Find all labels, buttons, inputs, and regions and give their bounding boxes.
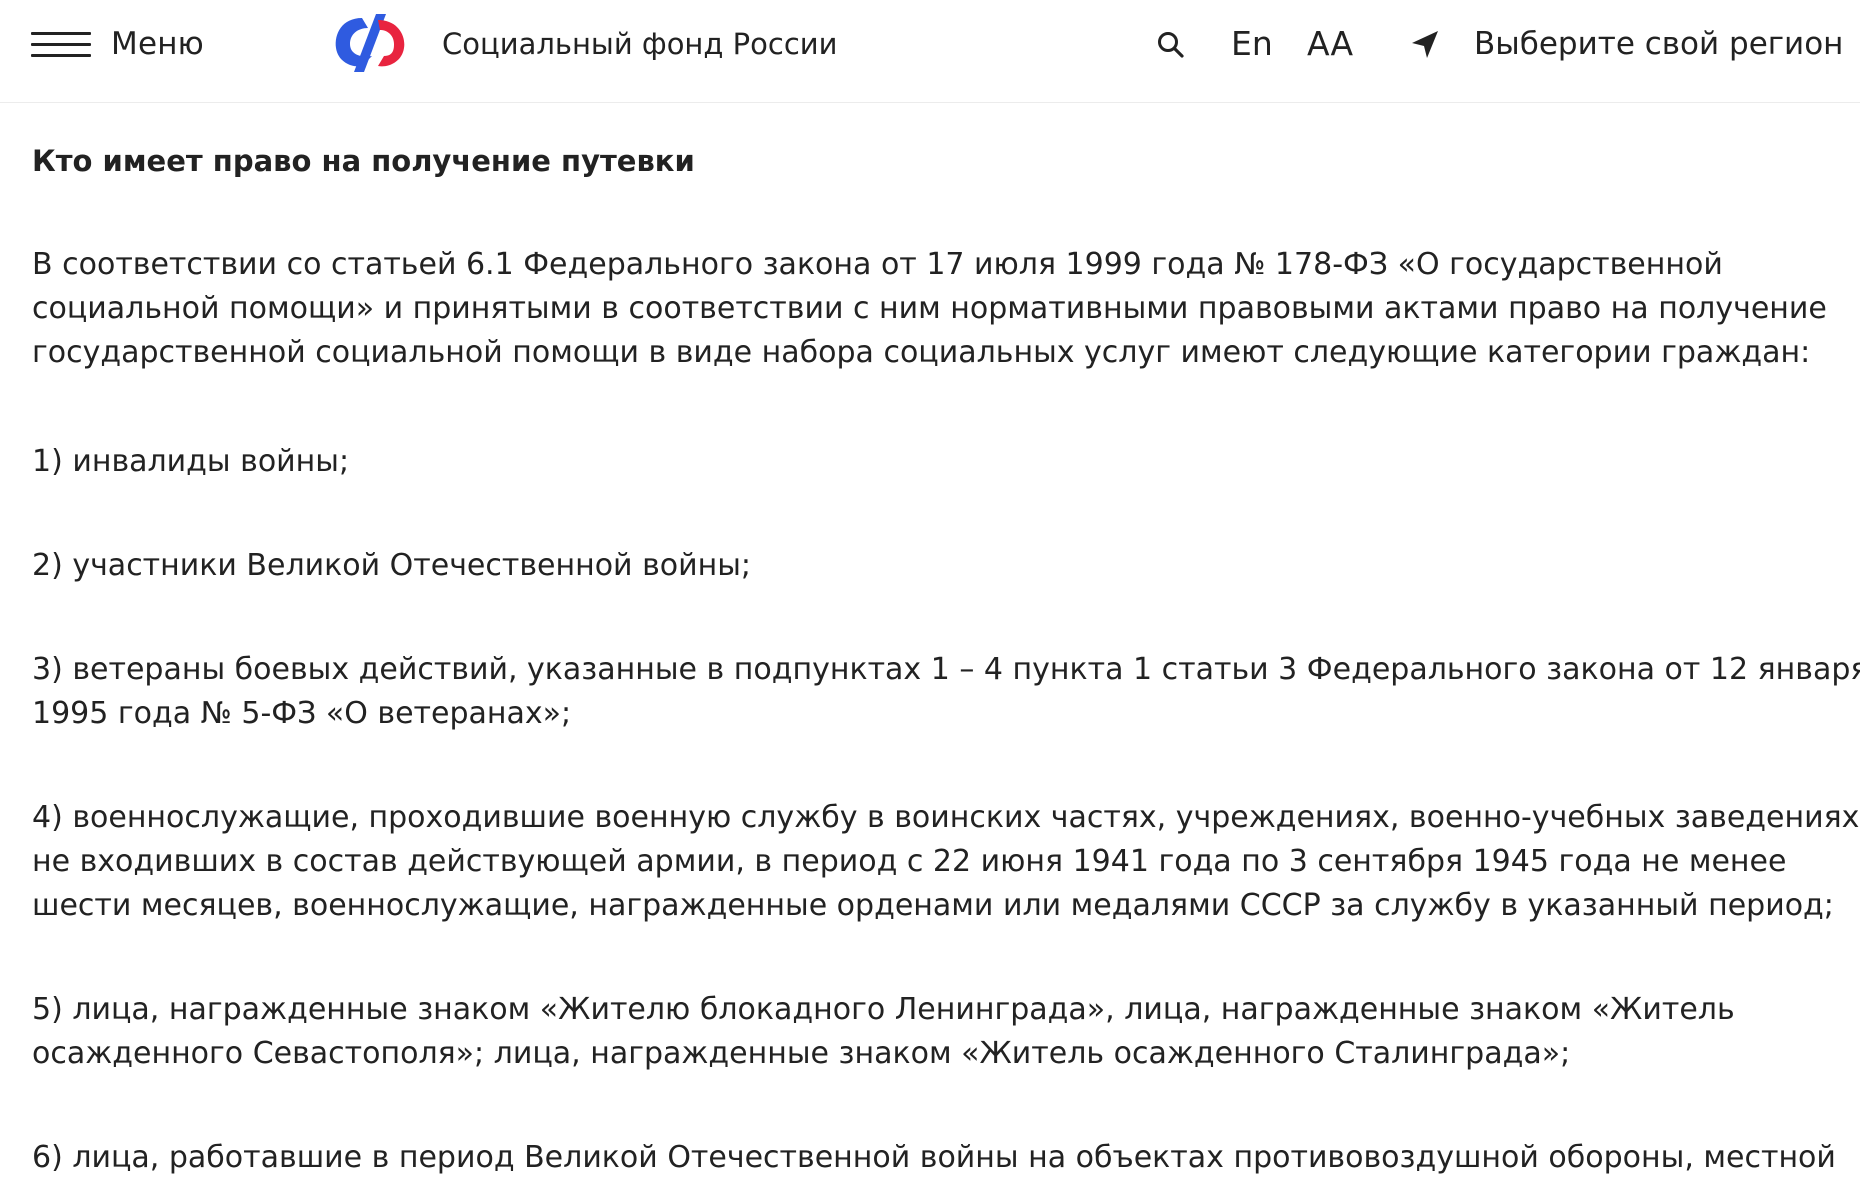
list-item: 6) лица, работавшие в период Великой Оте… — [32, 1140, 1836, 1175]
list-item: 3) ветераны боевых действий, указанные в… — [32, 652, 1860, 731]
location-arrow-icon[interactable] — [1408, 28, 1442, 62]
list-item: 1) инвалиды войны; — [32, 444, 350, 479]
language-switch-button[interactable]: En — [1231, 22, 1273, 66]
section-heading: Кто имеет право на получение путевки — [32, 144, 695, 178]
list-item: 5) лица, награжденные знаком «Жителю бло… — [32, 992, 1735, 1071]
region-select-link[interactable]: Выберите свой регион — [1474, 22, 1843, 66]
site-header: Меню Социальный фонд России En AA Выбери… — [0, 0, 1860, 103]
list-item: 4) военнослужащие, проходившие военную с… — [32, 800, 1860, 923]
menu-label: Меню — [111, 26, 204, 62]
intro-paragraph: В соответствии со статьей 6.1 Федерально… — [32, 247, 1827, 370]
sfr-logo[interactable] — [332, 10, 408, 76]
search-icon[interactable] — [1155, 29, 1187, 61]
site-title[interactable]: Социальный фонд России — [442, 22, 837, 66]
font-size-button[interactable]: AA — [1307, 22, 1353, 66]
menu-button[interactable]: Меню — [31, 22, 204, 66]
list-item: 2) участники Великой Отечественной войны… — [32, 548, 752, 583]
hamburger-icon — [31, 28, 91, 60]
